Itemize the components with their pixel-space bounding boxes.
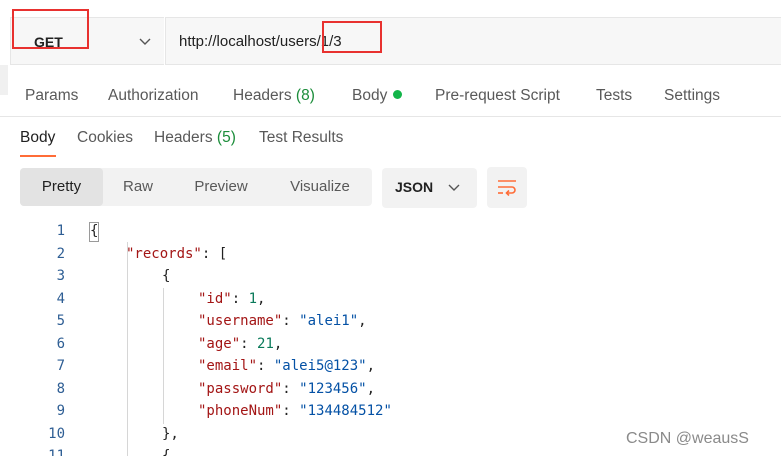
- line-number: 5: [56, 313, 65, 329]
- code-line: },: [162, 426, 179, 442]
- tab-headers[interactable]: Headers (8): [233, 87, 315, 105]
- response-tab-test-results[interactable]: Test Results: [259, 129, 343, 147]
- line-number: 3: [56, 268, 65, 284]
- tab-tests[interactable]: Tests: [596, 87, 632, 105]
- indent-guide: [127, 242, 128, 456]
- view-visualize-button[interactable]: Visualize: [274, 168, 366, 206]
- line-number: 10: [48, 426, 65, 442]
- code-line: "id": 1,: [198, 291, 265, 307]
- active-tab-underline: [20, 155, 56, 157]
- wrap-lines-icon: [498, 180, 516, 196]
- line-number: 6: [56, 336, 65, 352]
- line-number: 7: [56, 358, 65, 374]
- line-number: 9: [56, 403, 65, 419]
- body-indicator-dot: [393, 90, 403, 99]
- code-line: "phoneNum": "134484512": [198, 403, 392, 419]
- view-pretty-button[interactable]: Pretty: [20, 168, 103, 206]
- request-tabs: Params Authorization Headers (8) Body Pr…: [0, 84, 781, 114]
- code-line: "records": [: [126, 246, 227, 262]
- tab-params[interactable]: Params: [25, 87, 78, 105]
- url-text: http://localhost/users/1/3: [179, 33, 342, 50]
- code-line: "username": "alei1",: [198, 313, 367, 329]
- code-line: {: [162, 268, 171, 284]
- tab-authorization[interactable]: Authorization: [108, 87, 198, 105]
- method-highlight-box: [12, 9, 89, 49]
- view-preview-button[interactable]: Preview: [180, 168, 262, 206]
- json-value: "alei1": [299, 313, 359, 329]
- url-highlight-box: [322, 21, 382, 53]
- line-number: 4: [56, 291, 65, 307]
- json-punct: ,: [366, 358, 376, 374]
- headers-count: (8): [295, 87, 315, 104]
- response-body-code[interactable]: 1 2 3 4 5 6 7 8 9 10 11 { "records": [ {…: [0, 218, 781, 456]
- json-key: "phoneNum": [198, 403, 283, 419]
- line-number: 11: [48, 448, 65, 456]
- format-label: JSON: [395, 179, 434, 195]
- json-punct: :: [282, 381, 300, 397]
- response-tab-headers-label: Headers: [154, 129, 213, 146]
- code-line: {: [162, 448, 171, 456]
- json-key: "email": [198, 358, 258, 374]
- line-number: 2: [56, 246, 65, 262]
- wrap-lines-button[interactable]: [487, 167, 527, 208]
- url-input[interactable]: http://localhost/users/1/3: [165, 17, 781, 65]
- json-key: "id": [198, 291, 232, 307]
- code-line: {: [90, 223, 99, 239]
- tab-body[interactable]: Body: [352, 87, 403, 105]
- format-select[interactable]: JSON: [382, 168, 477, 208]
- json-key: "username": [198, 313, 283, 329]
- json-punct: ,: [273, 336, 283, 352]
- request-bar: GET http://localhost/users/1/3: [0, 17, 781, 65]
- json-value: "123456": [299, 381, 367, 397]
- json-punct: :: [282, 313, 300, 329]
- section-divider: [0, 116, 781, 117]
- json-punct: :: [282, 403, 300, 419]
- json-key: "age": [198, 336, 241, 352]
- tab-prerequest-script[interactable]: Pre-request Script: [435, 87, 560, 105]
- json-punct: :: [231, 291, 249, 307]
- view-mode-group: Pretty Raw Preview Visualize: [20, 168, 372, 206]
- json-key: "password": [198, 381, 283, 397]
- watermark-text: CSDN @weausS: [626, 430, 749, 447]
- response-headers-count: (5): [216, 129, 236, 146]
- response-tab-body[interactable]: Body: [20, 129, 55, 147]
- json-key: "records": [126, 246, 202, 262]
- chevron-down-icon: [448, 184, 460, 191]
- tab-settings[interactable]: Settings: [664, 87, 720, 105]
- json-value: "134484512": [299, 403, 392, 419]
- code-line: "email": "alei5@123",: [198, 358, 375, 374]
- response-tab-cookies[interactable]: Cookies: [77, 129, 133, 147]
- tab-body-label: Body: [352, 87, 388, 104]
- json-punct: ,: [257, 291, 266, 307]
- json-punct: : [: [201, 246, 228, 262]
- json-punct: :: [257, 358, 274, 374]
- response-tab-headers[interactable]: Headers (5): [154, 129, 236, 147]
- json-value: 21: [257, 336, 274, 352]
- code-line: "password": "123456",: [198, 381, 375, 397]
- indent-guide: [163, 288, 164, 424]
- view-raw-button[interactable]: Raw: [107, 168, 169, 206]
- json-punct: :: [240, 336, 258, 352]
- tab-headers-label: Headers: [233, 87, 292, 104]
- line-number: 1: [56, 223, 65, 239]
- line-number: 8: [56, 381, 65, 397]
- code-line: "age": 21,: [198, 336, 282, 352]
- chevron-down-icon: [139, 38, 151, 45]
- json-punct: ,: [358, 313, 367, 329]
- json-value: "alei5@123": [273, 358, 367, 374]
- json-value: 1: [248, 291, 258, 307]
- json-punct: ,: [366, 381, 376, 397]
